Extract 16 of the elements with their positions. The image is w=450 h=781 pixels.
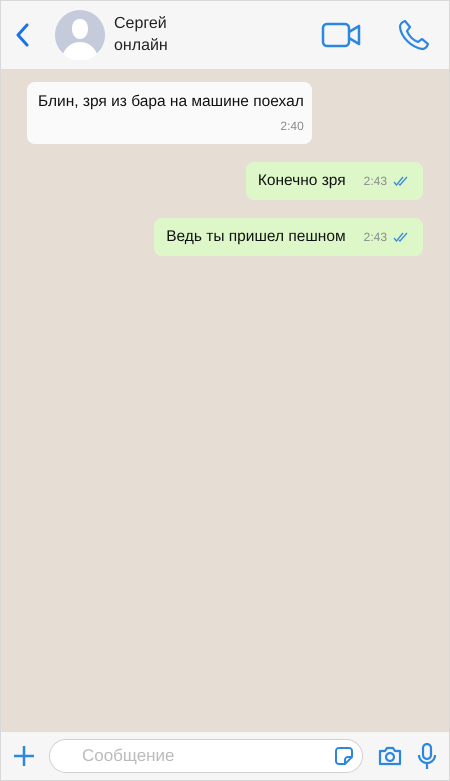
message-time: 2:40 [280, 119, 304, 133]
phone-icon[interactable] [397, 18, 431, 52]
message-text: Ведь ты пришел пешном [166, 228, 346, 246]
contact-name: Сергей [114, 14, 168, 34]
message-time: 2:43 [364, 230, 387, 244]
message-input[interactable]: Сообщение [49, 739, 363, 773]
plus-icon[interactable] [13, 745, 35, 767]
video-call-icon[interactable] [321, 22, 361, 48]
microphone-icon[interactable] [417, 742, 437, 770]
contact-status: онлайн [114, 36, 169, 56]
back-icon[interactable] [15, 23, 29, 47]
sticker-icon[interactable] [334, 746, 354, 766]
message-text: Блин, зря из бара на машине поехал [38, 93, 304, 111]
message-text: Конечно зря [258, 172, 346, 190]
message-time: 2:43 [364, 174, 387, 188]
camera-icon[interactable] [377, 745, 403, 767]
